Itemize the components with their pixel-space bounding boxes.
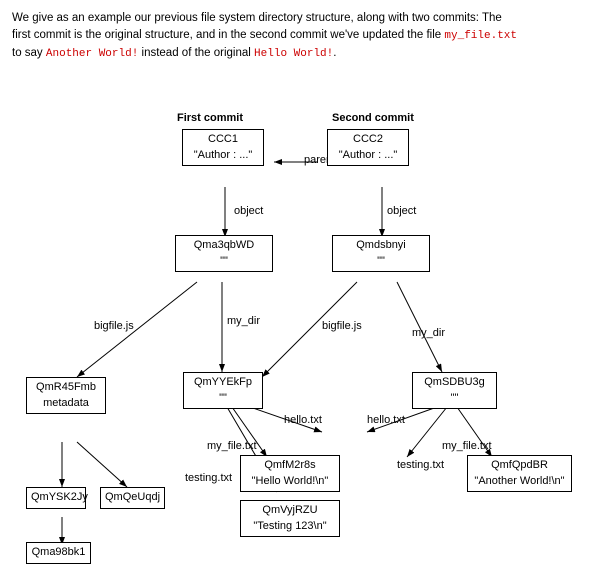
intro-text-3: to say	[12, 47, 43, 59]
qmdsbnyi-node: Qmdsbnyi ""	[332, 235, 430, 272]
testing1-label: testing.txt	[185, 472, 232, 484]
qma98bk1-label: Qma98bk1	[31, 545, 86, 560]
qma98bk1-node: Qma98bk1	[26, 542, 91, 563]
qmsdbu3g-node: QmSDBU3g ""	[412, 372, 497, 409]
inline-code-1: my_file.txt	[444, 30, 517, 42]
hello2-label: hello.txt	[367, 414, 405, 426]
inline-code-2: Another World!	[46, 48, 138, 60]
page: We give as an example our previous file …	[0, 0, 599, 572]
testing2-label: testing.txt	[397, 459, 444, 471]
bigfile1-label: bigfile.js	[94, 320, 134, 332]
ccc2-sub: "Author : ..."	[332, 148, 404, 163]
myfile2-label: my_file.txt	[442, 440, 492, 452]
qmdsbnyi-label: Qmdsbnyi	[337, 238, 425, 253]
qmvyjrzu-label: QmVyjRZU	[245, 503, 335, 518]
inline-code-3: Hello World!	[254, 48, 333, 60]
qma3qbwd-sub: ""	[180, 254, 268, 269]
qmyyekfp-label: QmYYEkFp	[188, 375, 258, 390]
object2-label: object	[387, 205, 416, 217]
qmsdbu3g-sub: ""	[417, 391, 492, 406]
intro-text-4: instead of the original	[142, 47, 251, 59]
ccc2-label: CCC2	[332, 132, 404, 147]
bigfile2-label: bigfile.js	[322, 320, 362, 332]
qmfqpdbr-sub: "Another World!\n"	[472, 474, 567, 489]
ccc1-sub: "Author : ..."	[187, 148, 259, 163]
qmr45fmb-label: QmR45Fmb	[31, 380, 101, 395]
qmvyjrzu-node: QmVyjRZU "Testing 123\n"	[240, 500, 340, 537]
qmqeuqdj-label: QmQeUqdj	[105, 490, 160, 505]
qmfm2r8s-label: QmfM2r8s	[245, 458, 335, 473]
myfile1-label: my_file.txt	[207, 440, 257, 452]
qma3qbwd-label: Qma3qbWD	[180, 238, 268, 253]
ccc2-node: CCC2 "Author : ..."	[327, 129, 409, 166]
qmfm2r8s-node: QmfM2r8s "Hello World!\n"	[240, 455, 340, 492]
mydir2-label: my_dir	[412, 327, 445, 339]
qmfqpdbr-node: QmfQpdBR "Another World!\n"	[467, 455, 572, 492]
hello1-label: hello.txt	[284, 414, 322, 426]
mydir1-label: my_dir	[227, 315, 260, 327]
qmfqpdbr-label: QmfQpdBR	[472, 458, 567, 473]
second-commit-label: Second commit	[332, 112, 414, 124]
qmdsbnyi-sub: ""	[337, 254, 425, 269]
qmfm2r8s-sub: "Hello World!\n"	[245, 474, 335, 489]
object1-label: object	[234, 205, 263, 217]
qmr45fmb-sub: metadata	[31, 396, 101, 411]
qmyyekfp-node: QmYYEkFp ""	[183, 372, 263, 409]
qmqeuqdj-node: QmQeUqdj	[100, 487, 165, 508]
qmysk2jy-node: QmYSK2Jy	[26, 487, 86, 508]
diagram: First commit Second commit CCC1 "Author …	[12, 72, 587, 562]
qmsdbu3g-label: QmSDBU3g	[417, 375, 492, 390]
intro-text-5: .	[333, 47, 336, 59]
intro-paragraph: We give as an example our previous file …	[12, 10, 587, 62]
ccc1-node: CCC1 "Author : ..."	[182, 129, 264, 166]
ccc1-label: CCC1	[187, 132, 259, 147]
intro-text-1: We give as an example our previous file …	[12, 12, 502, 24]
qmyyekfp-sub: ""	[188, 391, 258, 406]
qmr45fmb-node: QmR45Fmb metadata	[26, 377, 106, 414]
qmysk2jy-label: QmYSK2Jy	[31, 490, 81, 505]
qmvyjrzu-sub: "Testing 123\n"	[245, 519, 335, 534]
qma3qbwd-node: Qma3qbWD ""	[175, 235, 273, 272]
first-commit-label: First commit	[177, 112, 243, 124]
intro-text-2: first commit is the original structure, …	[12, 29, 441, 41]
